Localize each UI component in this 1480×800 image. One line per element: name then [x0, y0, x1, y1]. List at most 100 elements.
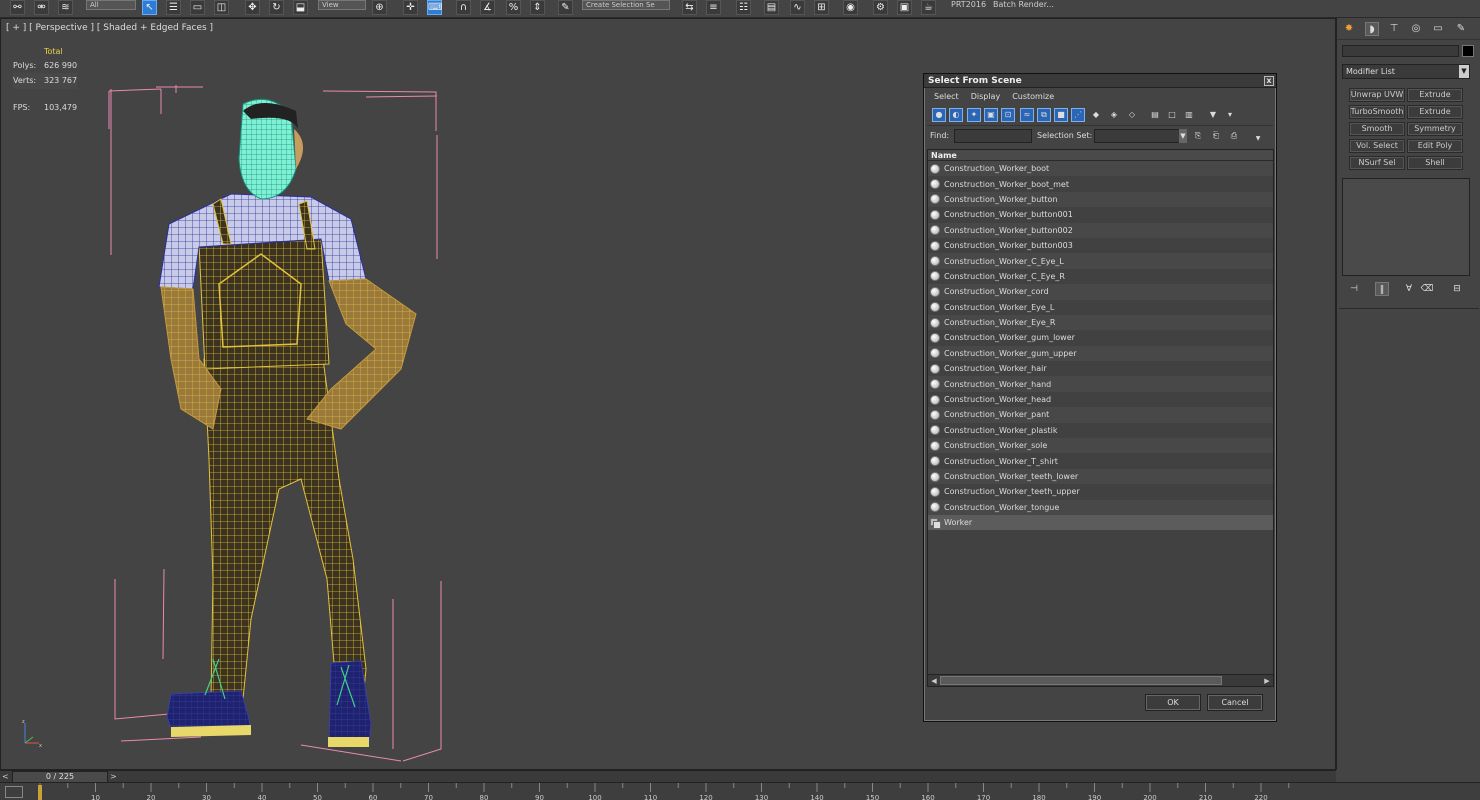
percent-snap-icon[interactable]: % [506, 0, 521, 15]
nsurf-sel-button[interactable]: NSurf Sel [1349, 156, 1405, 170]
hierarchy-tab-icon[interactable]: ⊤ [1387, 22, 1401, 36]
display-shapes-icon[interactable]: ◐ [949, 108, 963, 122]
display-bones-icon[interactable]: ⋰ [1071, 108, 1085, 122]
chevron-down-icon[interactable]: ▼ [1179, 129, 1187, 143]
display-geometry-icon[interactable]: ● [932, 108, 946, 122]
scene-object-list[interactable]: Name Construction_Worker_boot Constructio… [927, 149, 1274, 687]
list-item[interactable]: Construction_Worker_button001 [928, 207, 1273, 222]
angle-snap-icon[interactable]: ∡ [480, 0, 495, 15]
reference-coord-dropdown[interactable]: View [318, 0, 366, 10]
display-invert-icon[interactable]: ▥ [1182, 108, 1196, 122]
shell-button[interactable]: Shell [1407, 156, 1463, 170]
expand-options-icon[interactable]: ▼ [1251, 132, 1265, 146]
align-icon[interactable]: ≡ [706, 0, 721, 15]
material-editor-icon[interactable]: ◉ [843, 0, 858, 15]
rectangular-region-icon[interactable]: ▭ [190, 0, 205, 15]
list-item[interactable]: Construction_Worker_boot_met [928, 176, 1273, 191]
curve-editor-icon[interactable]: ∿ [790, 0, 805, 15]
pivot-center-icon[interactable]: ⊕ [372, 0, 387, 15]
bind-spacewarp-icon[interactable]: ≋ [58, 0, 73, 15]
unlink-icon[interactable]: ⚮ [34, 0, 49, 15]
menu-customize[interactable]: Customize [1012, 88, 1054, 106]
scrollbar-thumb[interactable] [940, 676, 1222, 685]
list-item[interactable]: Construction_Worker_gum_upper [928, 345, 1273, 362]
prt-label[interactable]: PRT2016 [951, 0, 986, 14]
modifier-list-dropdown[interactable]: Modifier List ▼ [1342, 64, 1470, 79]
filter-options-icon[interactable]: ▾ [1223, 108, 1237, 122]
layer-explorer-icon[interactable]: ☷ [736, 0, 751, 15]
time-slider[interactable]: < 0 / 225 > [0, 770, 1336, 783]
create-tab-icon[interactable]: ✸ [1342, 22, 1356, 36]
list-item[interactable]: Construction_Worker_gum_lower [928, 330, 1273, 345]
make-unique-icon[interactable]: ∀ [1402, 282, 1416, 296]
scroll-right-icon[interactable]: ▶ [1262, 676, 1272, 686]
find-input[interactable] [954, 129, 1032, 143]
display-hidden-icon[interactable]: ◇ [1125, 108, 1139, 122]
render-production-icon[interactable]: ☕ [921, 0, 936, 15]
list-item[interactable]: Construction_Worker_plastik [928, 423, 1273, 438]
display-xrefs-icon[interactable]: ■ [1054, 108, 1068, 122]
scroll-left-icon[interactable]: ◀ [929, 676, 939, 686]
track-bar[interactable]: 10 20 30 40 50 60 70 80 90 100 110 120 130 140 150 160 1… [0, 782, 1480, 800]
list-item[interactable]: Construction_Worker_hair [928, 361, 1273, 376]
list-item[interactable]: Construction_Worker_teeth_upper [928, 484, 1273, 499]
named-selection-dropdown[interactable]: Create Selection Se [582, 0, 670, 10]
filter-icon[interactable]: ▼ [1206, 108, 1220, 122]
remove-modifier-icon[interactable]: ⌫ [1420, 282, 1434, 296]
list-item[interactable]: Construction_Worker_tongue [928, 499, 1273, 515]
ok-button[interactable]: OK [1145, 694, 1201, 711]
chevron-down-icon[interactable]: ▼ [1459, 65, 1469, 78]
add-to-selection-set-icon[interactable]: ⎗ [1209, 129, 1223, 143]
list-item[interactable]: Construction_Worker_hand [928, 376, 1273, 392]
display-frozen-icon[interactable]: ◈ [1107, 108, 1121, 122]
display-lights-icon[interactable]: ✦ [967, 108, 981, 122]
list-item[interactable]: Construction_Worker_Eye_L [928, 300, 1273, 315]
list-item-group[interactable]: Worker [928, 514, 1273, 531]
schematic-view-icon[interactable]: ⊞ [814, 0, 829, 15]
list-item[interactable]: Construction_Worker_button002 [928, 222, 1273, 238]
list-item[interactable]: Construction_Worker_button003 [928, 238, 1273, 253]
batch-render-button[interactable]: Batch Render... [993, 0, 1055, 14]
configure-modifier-sets-icon[interactable]: ⊟ [1450, 282, 1464, 296]
modify-tab-icon[interactable]: ◗ [1365, 22, 1379, 36]
scale-icon[interactable]: ⬓ [293, 0, 308, 15]
display-spacewarps-icon[interactable]: ≈ [1020, 108, 1034, 122]
toggle-ribbon-icon[interactable]: ▤ [764, 0, 779, 15]
display-none-icon[interactable]: □ [1165, 108, 1179, 122]
list-item[interactable]: Construction_Worker_teeth_lower [928, 468, 1273, 485]
list-item[interactable]: Construction_Worker_head [928, 392, 1273, 407]
utilities-tab-icon[interactable]: ✎ [1454, 22, 1468, 36]
current-frame-marker[interactable] [38, 785, 42, 800]
horizontal-scrollbar[interactable]: ◀ ▶ [928, 674, 1273, 686]
dialog-title-bar[interactable]: Select From Scene x [924, 74, 1276, 88]
cancel-button[interactable]: Cancel [1207, 694, 1263, 711]
window-crossing-icon[interactable]: ◫ [214, 0, 229, 15]
name-column-header[interactable]: Name [928, 150, 1273, 161]
rendered-frame-window-icon[interactable]: ▣ [897, 0, 912, 15]
list-item[interactable]: Construction_Worker_C_Eye_L [928, 253, 1273, 269]
list-item[interactable]: Construction_Worker_C_Eye_R [928, 269, 1273, 284]
select-link-icon[interactable]: ⚯ [10, 0, 25, 15]
select-by-name-icon[interactable]: ☰ [166, 0, 181, 15]
display-helpers-icon[interactable]: ⊡ [1001, 108, 1015, 122]
render-setup-icon[interactable]: ⚙ [873, 0, 888, 15]
display-containers-icon[interactable]: ◆ [1089, 108, 1103, 122]
list-item[interactable]: Construction_Worker_pant [928, 407, 1273, 423]
selection-set-dropdown[interactable] [1094, 129, 1186, 143]
object-name-field[interactable] [1342, 45, 1459, 57]
viewport-label[interactable]: [ + ] [ Perspective ] [ Shaded + Edged F… [6, 23, 213, 33]
mirror-icon[interactable]: ⇆ [682, 0, 697, 15]
list-item[interactable]: Construction_Worker_button [928, 191, 1273, 208]
turbosmooth-button[interactable]: TurboSmooth [1349, 105, 1405, 119]
display-cameras-icon[interactable]: ▣ [984, 108, 998, 122]
extrude-button-2[interactable]: Extrude [1407, 105, 1463, 119]
display-all-icon[interactable]: ▤ [1148, 108, 1162, 122]
create-selection-set-icon[interactable]: ⎘ [1191, 129, 1205, 143]
list-item[interactable]: Construction_Worker_Eye_R [928, 314, 1273, 331]
spinner-snap-icon[interactable]: ⇕ [530, 0, 545, 15]
vol-select-button[interactable]: Vol. Select [1349, 139, 1405, 153]
select-manipulate-icon[interactable]: ✛ [403, 0, 418, 15]
object-color-swatch[interactable] [1462, 45, 1474, 57]
close-icon[interactable]: x [1264, 76, 1274, 86]
display-tab-icon[interactable]: ▭ [1431, 22, 1445, 36]
